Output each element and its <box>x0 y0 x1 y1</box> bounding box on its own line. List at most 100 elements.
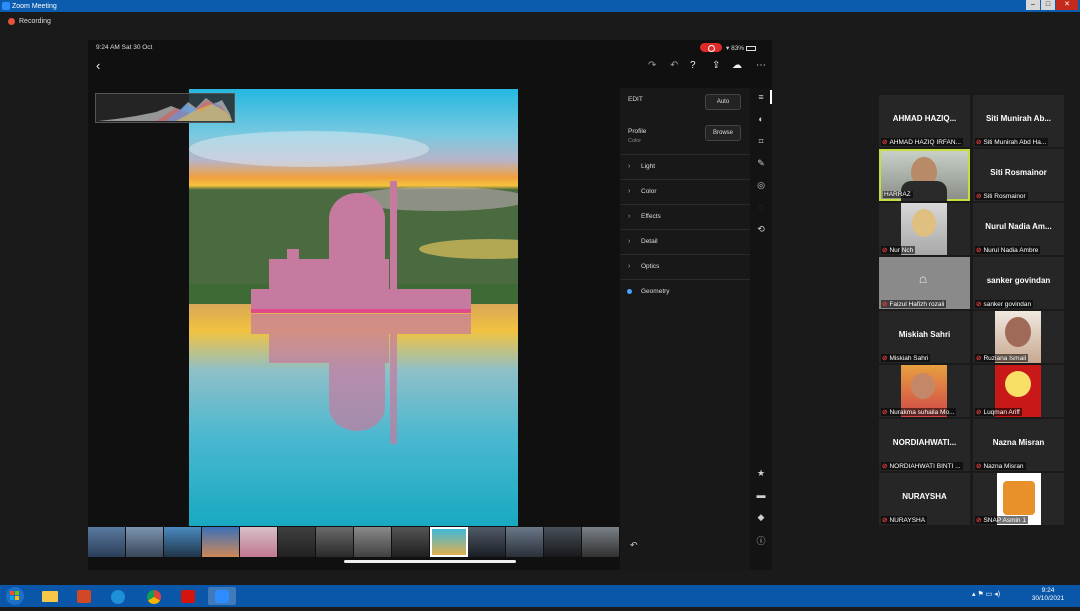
more-options-icon[interactable]: ⋯ <box>756 60 766 71</box>
participant-tile[interactable]: Nazna Misran ⊘ Nazna Misran <box>973 419 1064 471</box>
back-chevron-icon[interactable]: ‹ <box>96 58 100 73</box>
comments-icon[interactable]: ▬ <box>754 490 768 500</box>
participant-label: ⊘ Siti Rosmainor <box>975 192 1028 200</box>
muted-mic-icon: ⊘ <box>976 355 982 362</box>
acrobat-icon[interactable] <box>174 587 202 605</box>
participant-label: ⊘ Ruziana Ismail <box>975 354 1029 362</box>
close-button[interactable]: ✕ <box>1056 0 1078 10</box>
selected-tool-marker <box>770 90 772 104</box>
adjust-sliders-icon[interactable]: ≡ <box>754 92 768 102</box>
chrome-icon[interactable] <box>140 587 168 605</box>
participant-tile[interactable]: ⊘ Ruziana Ismail <box>973 311 1064 363</box>
zoom-meeting-window: Recording 9:24 AM Sat 30 Oct ▾ 83% ‹ ↷ ↶… <box>0 12 1080 585</box>
window-title: Zoom Meeting <box>12 2 57 10</box>
participant-label: ⊘ Nur Nch <box>881 246 916 254</box>
section-optics[interactable]: › Optics <box>620 254 750 278</box>
participant-tile[interactable]: Siti Munirah Ab... ⊘ Siti Munirah Abd Ha.… <box>973 95 1064 147</box>
maximize-button[interactable]: □ <box>1041 0 1055 10</box>
history-icon[interactable]: ⟲ <box>754 224 768 235</box>
participant-tile[interactable]: Siti Rosmainor ⊘ Siti Rosmainor <box>973 149 1064 201</box>
section-detail[interactable]: › Detail <box>620 229 750 253</box>
masking-icon[interactable]: ◌ <box>754 202 768 212</box>
undo-icon[interactable]: ↶ <box>670 60 678 71</box>
participant-tile[interactable]: ☖ ⊘ Faizul Hafizh rozali <box>879 257 970 309</box>
zoom-taskbar-icon[interactable] <box>208 587 236 605</box>
filmstrip-thumbnail[interactable] <box>125 527 164 557</box>
browse-button[interactable]: Browse <box>705 125 741 141</box>
participant-label-text: Siti Rosmainor <box>983 193 1026 200</box>
clock-date: 30/10/2021 <box>1031 595 1065 602</box>
filmstrip <box>88 527 620 557</box>
help-icon[interactable]: ? <box>690 60 696 71</box>
filmstrip-thumbnail[interactable] <box>391 527 430 557</box>
file-explorer-icon[interactable] <box>36 587 64 605</box>
section-color[interactable]: › Color <box>620 179 750 203</box>
participant-label: ⊘ NURAYSHA <box>881 516 928 524</box>
participant-tile-active-speaker[interactable]: HARRAZ <box>879 149 970 201</box>
filmstrip-thumbnail[interactable] <box>543 527 582 557</box>
participant-label: ⊘ SNAP Asmin 1 <box>975 516 1028 524</box>
healing-brush-icon[interactable]: ✎ <box>754 158 768 169</box>
status-time: 9:24 AM Sat 30 Oct <box>96 44 153 51</box>
reset-icon[interactable]: ↶ <box>630 540 638 551</box>
filmstrip-thumbnail[interactable] <box>163 527 202 557</box>
filmstrip-thumbnail[interactable] <box>201 527 240 557</box>
filmstrip-thumbnail[interactable] <box>505 527 544 557</box>
filmstrip-thumbnail[interactable] <box>277 527 316 557</box>
tag-icon[interactable]: ◆ <box>754 512 768 523</box>
filmstrip-thumbnail[interactable] <box>88 527 126 557</box>
muted-mic-icon: ⊘ <box>882 247 888 254</box>
muted-mic-icon: ⊘ <box>976 463 982 470</box>
share-icon[interactable]: ⇪ <box>712 60 720 71</box>
chevron-right-icon: › <box>628 213 631 220</box>
participant-label: ⊘ Nurakma suhaila Mo... <box>881 408 957 416</box>
section-effects[interactable]: › Effects <box>620 204 750 228</box>
powerpoint-icon[interactable] <box>70 587 98 605</box>
presets-icon[interactable]: ◐ <box>754 114 768 124</box>
auto-button[interactable]: Auto <box>705 94 741 110</box>
filmstrip-thumbnail[interactable] <box>581 527 620 557</box>
start-button[interactable] <box>2 586 28 606</box>
crop-icon[interactable]: ⌗ <box>754 136 768 147</box>
participant-tile[interactable]: NURAYSHA ⊘ NURAYSHA <box>879 473 970 525</box>
windows-taskbar: ▴ ⚑ ▭ ◂) 9:24 30/10/2021 <box>0 585 1080 607</box>
muted-mic-icon: ⊘ <box>976 409 982 416</box>
participant-tile[interactable]: ⊘ Nur Nch <box>879 203 970 255</box>
info-icon[interactable]: ⓘ <box>754 534 768 547</box>
filmstrip-thumbnail[interactable] <box>353 527 392 557</box>
muted-mic-icon: ⊘ <box>882 517 888 524</box>
system-tray-icons[interactable]: ▴ ⚑ ▭ ◂) <box>972 590 1000 598</box>
screen-record-icon <box>700 43 722 52</box>
filmstrip-thumbnail[interactable] <box>315 527 354 557</box>
participant-tile[interactable]: ⊘ Luqman Ariff <box>973 365 1064 417</box>
participant-tile[interactable]: Miskiah Sahri ⊘ Miskiah Sahri <box>879 311 970 363</box>
redo-icon[interactable]: ↷ <box>648 60 656 71</box>
filmstrip-thumbnail-selected[interactable] <box>429 527 468 557</box>
photo-canvas[interactable] <box>189 89 518 526</box>
participant-tile[interactable]: NORDIAHWATI... ⊘ NORDIAHWATI BINTI ... <box>879 419 970 471</box>
battery-level: 83% <box>731 45 745 52</box>
cloud-sync-icon[interactable]: ☁ <box>732 60 742 71</box>
participant-tile[interactable]: ⊘ Nurakma suhaila Mo... <box>879 365 970 417</box>
taskbar-clock[interactable]: 9:24 30/10/2021 <box>1026 587 1070 603</box>
participant-tile[interactable]: Nurul Nadia Am... ⊘ Nurul Nadia Ambre <box>973 203 1064 255</box>
selective-edit-icon[interactable]: ◎ <box>754 180 768 191</box>
star-rating-icon[interactable]: ★ <box>754 468 768 479</box>
participant-label-text: Nur Nch <box>889 247 914 254</box>
snap-logo-icon <box>1003 481 1035 515</box>
participant-tile[interactable]: ⊘ SNAP Asmin 1 <box>973 473 1064 525</box>
participant-tile[interactable]: sanker govindan ⊘ sanker govindan <box>973 257 1064 309</box>
filmstrip-thumbnail[interactable] <box>239 527 278 557</box>
participant-name: Nazna Misran <box>992 438 1045 447</box>
section-geometry[interactable]: Geometry <box>620 279 750 303</box>
participant-name: Siti Munirah Ab... <box>985 114 1052 123</box>
section-light[interactable]: › Light <box>620 154 750 178</box>
user-placeholder-icon: ☖ <box>919 275 928 285</box>
participant-tile[interactable]: AHMAD HAZIQ... ⊘ AHMAD HAZIQ IRFAN... <box>879 95 970 147</box>
filmstrip-thumbnail[interactable] <box>468 527 506 557</box>
histogram-graph <box>98 98 232 121</box>
minimize-button[interactable]: – <box>1026 0 1040 10</box>
participant-label: ⊘ AHMAD HAZIQ IRFAN... <box>881 138 963 146</box>
edge-icon[interactable] <box>104 587 132 605</box>
battery-indicator: ▾ 83% <box>726 44 757 52</box>
